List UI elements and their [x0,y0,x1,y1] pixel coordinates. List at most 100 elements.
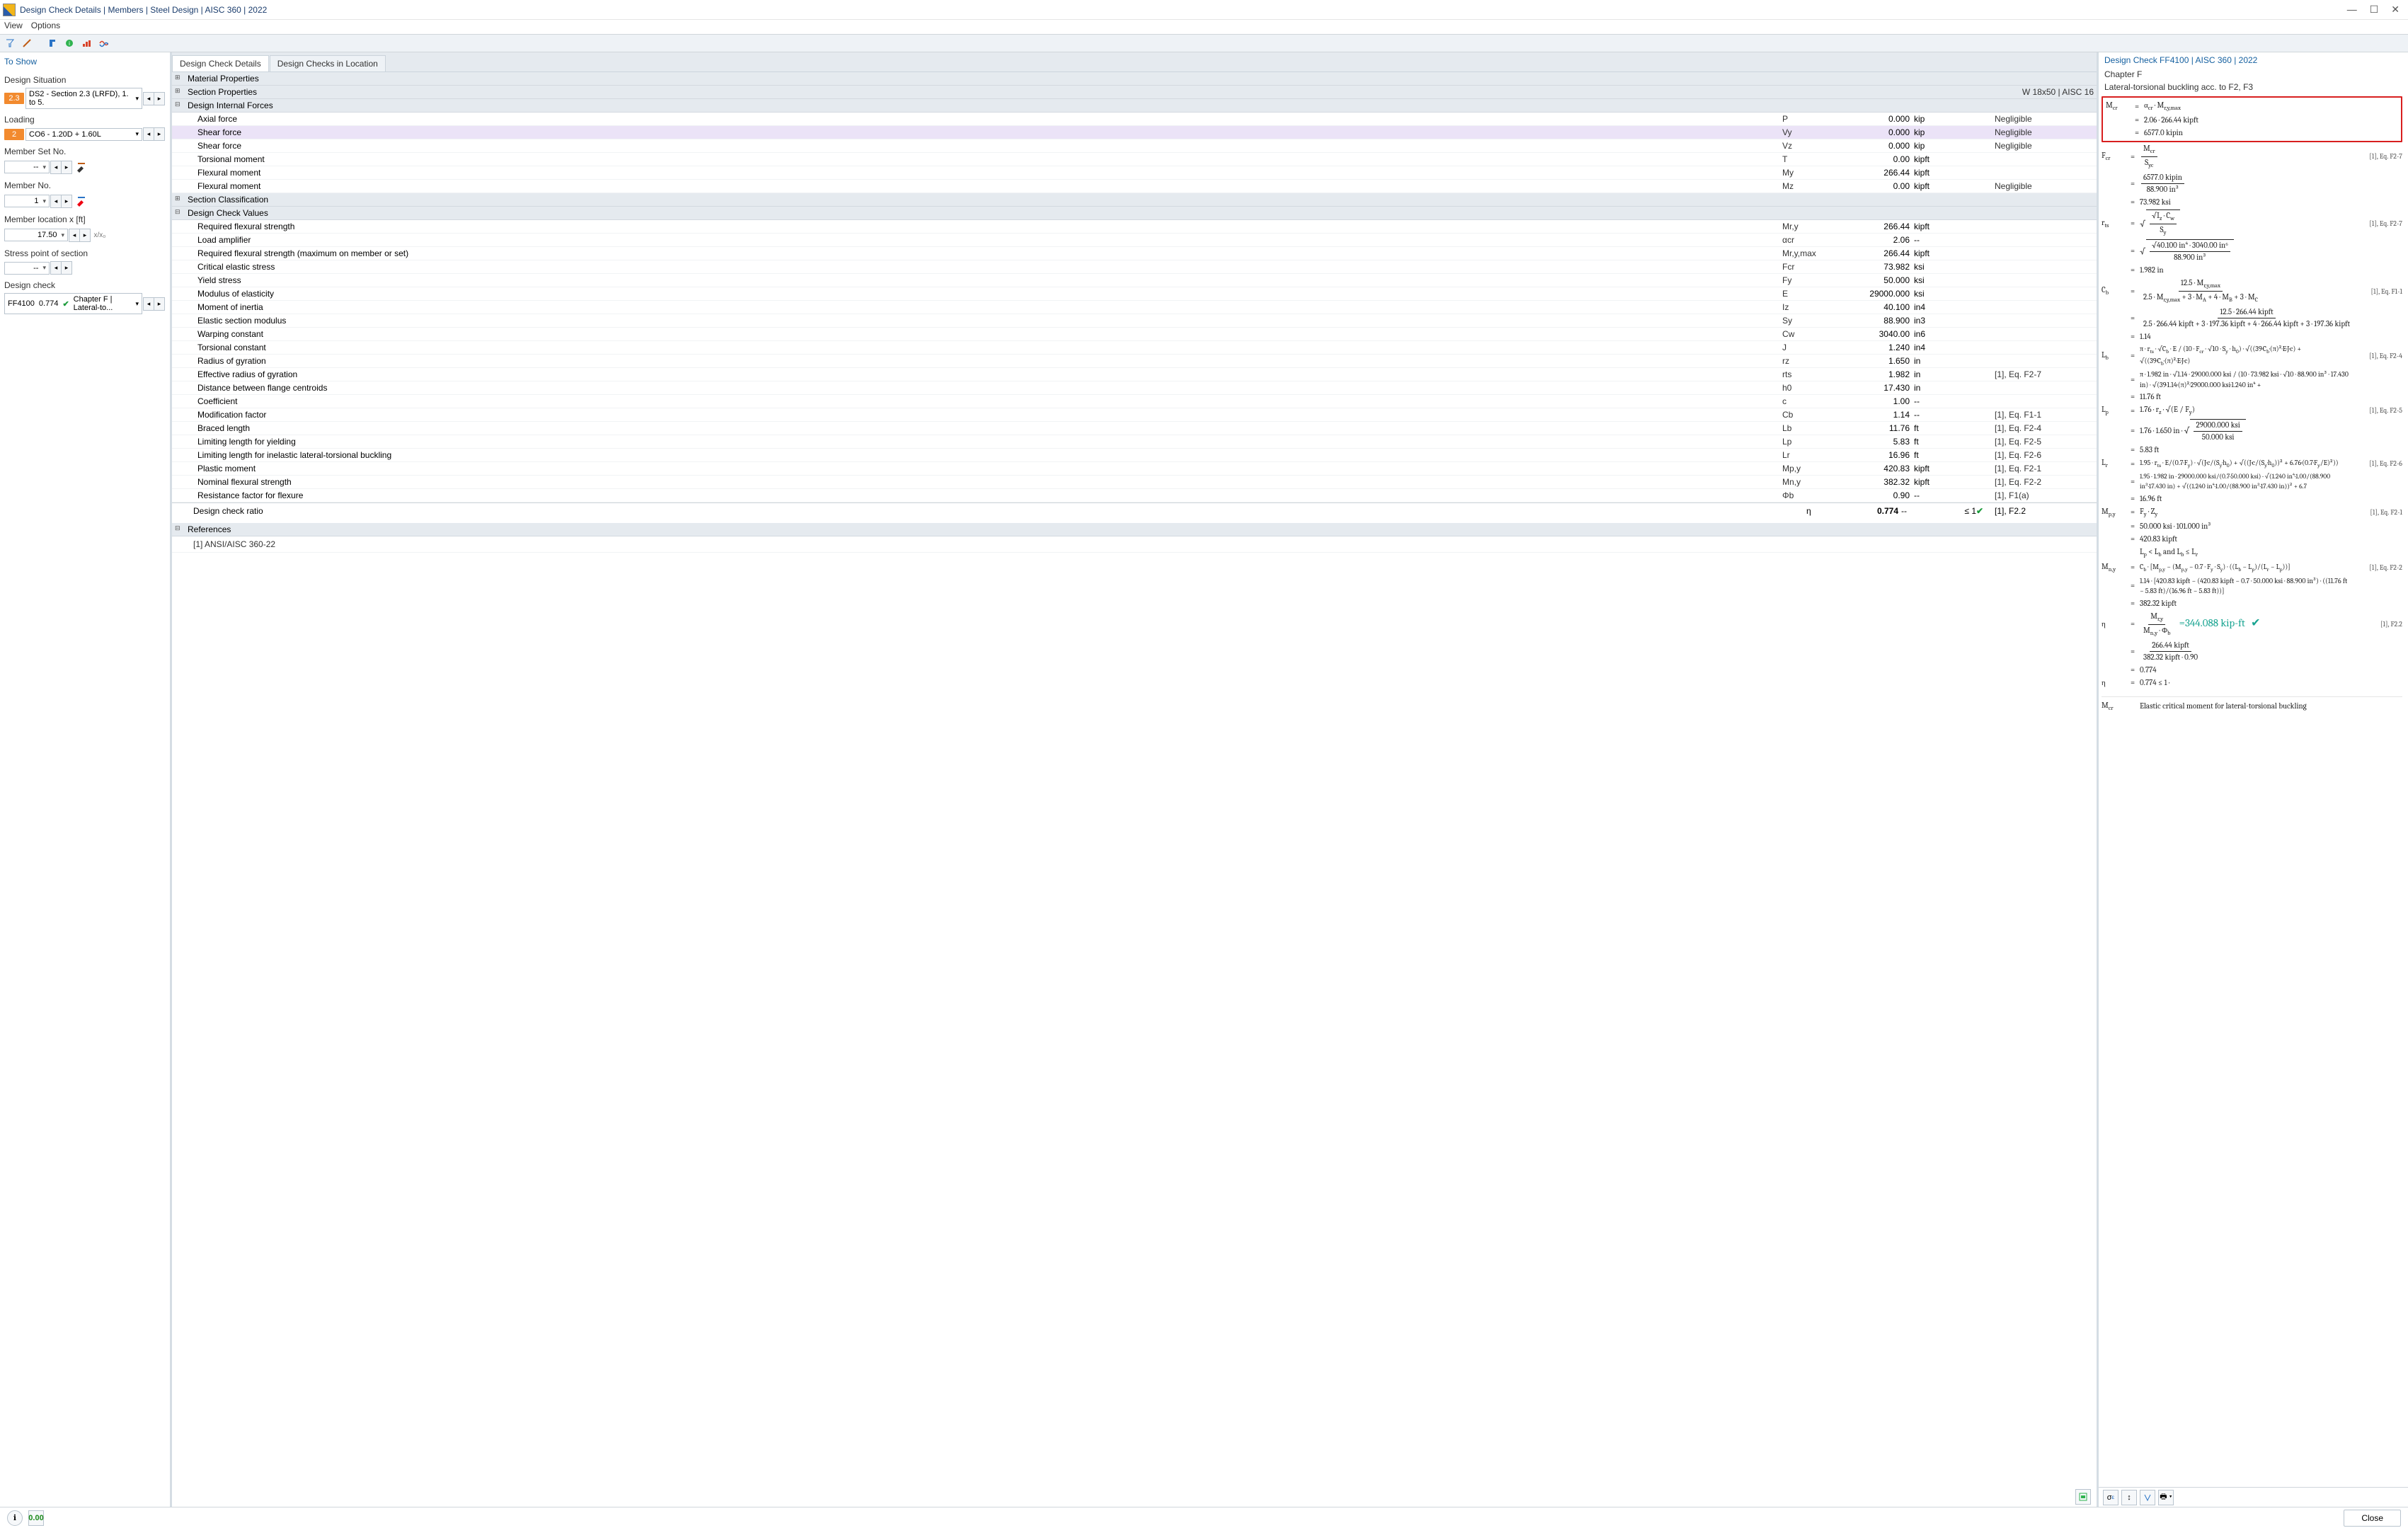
maximize-icon[interactable]: ☐ [2370,4,2379,16]
table-row[interactable]: Critical elastic stressFcr73.982ksi [172,260,2097,274]
loc-prev-button[interactable]: ◂ [69,229,80,242]
member-set-combo[interactable]: -- ▾ [4,161,50,173]
table-row[interactable]: Effective radius of gyrationrts1.982in[1… [172,368,2097,381]
section-label: Material Properties [188,74,2009,84]
tool-results-icon[interactable]: i [62,36,76,50]
close-icon[interactable]: ✕ [2391,4,2400,16]
sp-prev-button[interactable]: ◂ [50,261,62,275]
co-combo[interactable]: CO6 - 1.20D + 1.60L ▾ [25,128,142,141]
dc-ratio: 0.774 [39,299,59,308]
section-label: Section Properties [188,87,2009,97]
center-panel: Design Check Details Design Checks in Lo… [170,52,2097,1507]
table-row[interactable]: Torsional constantJ1.240in4 [172,341,2097,355]
section-design-internal-forces[interactable]: ⊟ Design Internal Forces [172,99,2097,113]
table-row[interactable]: Elastic section modulusSy88.900in3 [172,314,2097,328]
table-row[interactable]: Shear forceVz0.000kipNegligible [172,139,2097,153]
dc-next-button[interactable]: ▸ [154,297,165,311]
table-row[interactable]: Axial forceP0.000kipNegligible [172,113,2097,126]
right-sub-2: Lateral-torsional buckling acc. to F2, F… [2099,81,2408,93]
stress-point-combo[interactable]: -- ▾ [4,262,50,275]
table-row[interactable]: Radius of gyrationrz1.650in [172,355,2097,368]
table-row[interactable]: Braced lengthLb11.76ft[1], Eq. F2-4 [172,422,2097,435]
section-section-classification[interactable]: ⊞ Section Classification [172,193,2097,207]
table-row[interactable]: Limiting length for inelastic lateral-to… [172,449,2097,462]
ds-combo-text: DS2 - Section 2.3 (LRFD), 1. to 5. [29,90,135,107]
chevron-down-icon: ▾ [135,130,139,138]
section-material-properties[interactable]: ⊞ Material Properties [172,72,2097,86]
units-icon[interactable]: 0.00 [28,1510,44,1526]
label-design-situation: Design Situation [4,75,165,85]
table-row[interactable]: Limiting length for yieldingLp5.83ft[1],… [172,435,2097,449]
mid-results-icon[interactable] [2075,1489,2091,1505]
check-icon: ✔ [1976,506,1995,516]
print-icon[interactable]: 🖶 ▾ [2158,1490,2174,1505]
table-row[interactable]: Nominal flexural strengthMn,y382.32kipft… [172,476,2097,489]
section-references[interactable]: ⊟ References [172,523,2097,536]
table-row[interactable]: Torsional momentT0.00kipft [172,153,2097,166]
table-row[interactable]: Required flexural strength (maximum on m… [172,247,2097,260]
table-row[interactable]: Yield stressFy50.000ksi [172,274,2097,287]
set-next-button[interactable]: ▸ [61,161,72,174]
table-row[interactable]: Plastic momentMp,y420.83kipft[1], Eq. F2… [172,462,2097,476]
menu-view[interactable]: View [4,21,23,33]
main-area: To Show Design Situation 2.3 DS2 - Secti… [0,52,2408,1507]
loc-extra-button[interactable]: x/x₀ [92,227,108,243]
tool-beam-icon[interactable] [20,36,34,50]
mem-prev-button[interactable]: ◂ [50,195,62,208]
ds-prev-button[interactable]: ◂ [143,92,154,105]
tool-section-icon[interactable] [45,36,59,50]
co-next-button[interactable]: ▸ [154,127,165,141]
member-loc-combo[interactable]: 17.50 ▾ [4,229,68,241]
result-check-icon: ✔ [2251,616,2260,629]
section-label: Design Check Values [188,208,2009,218]
ds-next-button[interactable]: ▸ [154,92,165,105]
tool-filter-icon[interactable] [3,36,17,50]
set-prev-button[interactable]: ◂ [50,161,62,174]
table-row[interactable]: Modulus of elasticityE29000.000ksi [172,287,2097,301]
mem-next-button[interactable]: ▸ [61,195,72,208]
close-button[interactable]: Close [2344,1510,2401,1527]
table-row[interactable]: Flexural momentMz0.00kipftNegligible [172,180,2097,193]
co-prev-button[interactable]: ◂ [143,127,154,141]
table-row[interactable]: Shear forceVy0.000kipNegligible [172,126,2097,139]
minus-icon: ⊟ [175,100,188,110]
pick-member-icon[interactable] [74,193,89,209]
ratio-symbol: η [1806,506,1849,516]
table-row[interactable]: Coefficientc1.00-- [172,395,2097,408]
pick-member-set-icon[interactable] [74,159,89,175]
ds-combo[interactable]: DS2 - Section 2.3 (LRFD), 1. to 5. ▾ [25,88,142,109]
table-row[interactable]: Modification factorCb1.14--[1], Eq. F1-1 [172,408,2097,422]
loc-next-button[interactable]: ▸ [79,229,91,242]
table-row[interactable]: Resistance factor for flexureΦb0.90--[1]… [172,489,2097,502]
design-check-combo[interactable]: FF4100 0.774 ✔ Chapter F | Lateral-to...… [4,293,142,314]
section-section-properties[interactable]: ⊞ Section Properties W 18x50 | AISC 16 [172,86,2097,99]
tool-stress-icon[interactable] [96,36,110,50]
table-row[interactable]: Warping constantCw3040.00in6 [172,328,2097,341]
tab-design-checks-in-location[interactable]: Design Checks in Location [270,55,386,71]
member-no-combo[interactable]: 1 ▾ [4,195,50,207]
toggle1-icon[interactable]: ↕ [2121,1490,2137,1505]
member-no-value: 1 [34,197,38,205]
info-icon[interactable]: ℹ [7,1510,23,1526]
table-row[interactable]: Load amplifierαcr2.06-- [172,234,2097,247]
co-combo-text: CO6 - 1.20D + 1.60L [29,130,101,139]
ratio-unit: -- [1898,506,1934,516]
sp-next-button[interactable]: ▸ [61,261,72,275]
sigma-icon[interactable]: σε [2103,1490,2119,1505]
toggle2-icon[interactable] [2140,1490,2155,1505]
check-icon: ✔ [62,299,69,309]
tool-diagram-icon[interactable] [79,36,93,50]
menu-options[interactable]: Options [31,21,60,33]
table-row[interactable]: Required flexural strengthMr,y266.44kipf… [172,220,2097,234]
section-design-check-values[interactable]: ⊟ Design Check Values [172,207,2097,220]
ratio-value: 0.774 [1849,506,1898,516]
tab-design-check-details[interactable]: Design Check Details [172,55,269,71]
table-row[interactable]: Flexural momentMy266.44kipft [172,166,2097,180]
dc-prev-button[interactable]: ◂ [143,297,154,311]
minimize-icon[interactable]: — [2347,4,2357,16]
section-badge: W 18x50 | AISC 16 [2009,87,2094,97]
result-value: =344.088 kip-ft [2179,616,2245,629]
ratio-limit: ≤ 1 [1934,506,1976,516]
table-row[interactable]: Distance between flange centroidsh017.43… [172,381,2097,395]
table-row[interactable]: Moment of inertiaIz40.100in4 [172,301,2097,314]
